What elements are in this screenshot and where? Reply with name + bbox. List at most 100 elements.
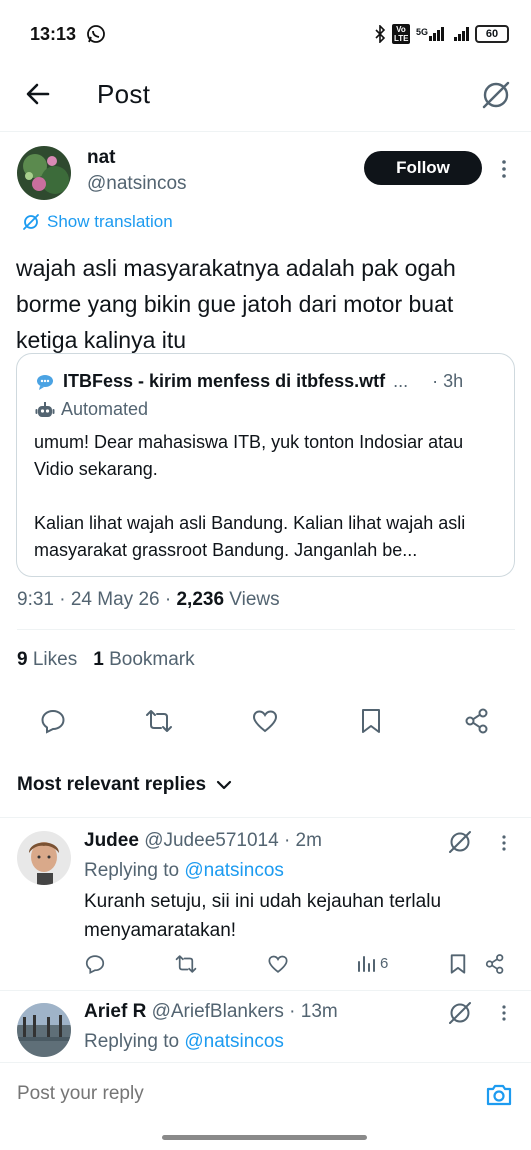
repost-icon: [146, 710, 172, 732]
reply-author-name[interactable]: Judee: [84, 830, 139, 851]
meta-divider: [17, 629, 515, 630]
replying-to: Replying to @natsincos: [84, 860, 284, 882]
replying-to-handle[interactable]: @natsincos: [184, 1031, 284, 1052]
reply-avatar[interactable]: [17, 1003, 71, 1057]
sort-divider: [0, 817, 531, 818]
header-divider: [0, 131, 531, 132]
bookmarks-count: 1: [93, 649, 104, 670]
status-bar: 13:13 Vo LTE 5G 60: [0, 0, 531, 72]
comment-icon: [85, 955, 105, 975]
like-button[interactable]: [248, 704, 282, 738]
reply-divider: [0, 990, 531, 991]
bookmark-button[interactable]: [354, 704, 388, 738]
battery-icon: 60: [475, 25, 509, 43]
grok-button[interactable]: [446, 828, 474, 856]
share-icon: [485, 954, 504, 974]
home-indicator[interactable]: [162, 1135, 367, 1140]
author-handle[interactable]: @natsincos: [87, 173, 187, 195]
quoted-post-header: ITBFess - kirim menfess di itbfess.wtf .…: [35, 371, 463, 392]
back-button[interactable]: [22, 78, 54, 110]
network-type: 5G: [415, 27, 428, 37]
reply-bookmark-button[interactable]: [448, 953, 468, 975]
reply-repost-button[interactable]: [174, 953, 198, 975]
share-icon: [465, 708, 488, 734]
quoted-post[interactable]: ITBFess - kirim menfess di itbfess.wtf .…: [16, 353, 515, 577]
reply-time: · 13m: [289, 1001, 338, 1022]
reply-share-button[interactable]: [484, 953, 506, 975]
replying-to: Replying to @natsincos: [84, 1031, 284, 1053]
reply-header: Arief R @AriefBlankers · 13m: [84, 1001, 338, 1023]
quoted-author-name: ITBFess - kirim menfess di itbfess.wtf: [63, 371, 386, 391]
show-translation-label: Show translation: [47, 212, 173, 231]
reply-time: · 2m: [283, 830, 322, 851]
bookmarks-label: Bookmark: [103, 649, 195, 670]
reply-comment-button[interactable]: [84, 953, 106, 975]
reply-author-handle[interactable]: @AriefBlankers: [152, 1001, 284, 1022]
status-time: 13:13: [30, 24, 77, 44]
automated-text: Automated: [61, 399, 149, 419]
bookmark-icon: [362, 709, 380, 733]
reply-button[interactable]: [36, 704, 70, 738]
reply-like-button[interactable]: [267, 953, 289, 975]
likes-label: Likes: [27, 649, 78, 670]
comment-icon: [41, 709, 65, 734]
grok-icon: [449, 1002, 471, 1024]
likes-count: 9: [17, 649, 28, 670]
show-translation-link[interactable]: Show translation: [22, 212, 173, 232]
post-stats: 9 Likes 1 Bookmark: [17, 649, 195, 671]
arrow-left-icon: [26, 83, 50, 105]
robot-icon: [35, 401, 55, 417]
replying-to-handle[interactable]: @natsincos: [184, 860, 284, 881]
reply-views-count: 6: [380, 954, 389, 972]
reply-author-name[interactable]: Arief R: [84, 1001, 146, 1022]
sort-label: Most relevant replies: [17, 774, 207, 795]
whatsapp-icon: [86, 24, 106, 44]
repost-button[interactable]: [142, 704, 176, 738]
heart-icon: [268, 955, 288, 973]
post-meta: 9:31 · 24 May 26 · 2,236 Views: [17, 589, 280, 611]
reply-avatar[interactable]: [17, 831, 71, 885]
grok-icon: [449, 831, 471, 853]
signal-5g-icon: 5G: [416, 27, 444, 41]
reply-more-icon[interactable]: [498, 833, 510, 853]
author-avatar[interactable]: [17, 146, 71, 200]
reply-input[interactable]: [17, 1083, 417, 1105]
camera-button[interactable]: [484, 1080, 514, 1110]
views-label: Views: [224, 589, 280, 610]
quoted-time: · 3h: [432, 371, 464, 391]
reply-header: Judee @Judee571014 · 2m: [84, 830, 322, 852]
grok-button[interactable]: [479, 78, 513, 112]
more-options-icon[interactable]: [496, 157, 512, 181]
reply-author-handle[interactable]: @Judee571014: [144, 830, 278, 851]
automated-label: Automated: [35, 399, 148, 420]
reply-views-button[interactable]: 6: [356, 953, 388, 973]
signal-icon: [454, 27, 469, 41]
page-title: Post: [97, 79, 151, 109]
grok-icon: [23, 214, 39, 230]
replies-sort-dropdown[interactable]: Most relevant replies: [17, 774, 232, 796]
author-name[interactable]: nat: [87, 147, 116, 169]
quoted-ellipsis: ...: [393, 371, 409, 391]
follow-button[interactable]: Follow: [364, 151, 482, 185]
post-text: wajah asli masyarakatnya adalah pak ogah…: [16, 255, 456, 353]
likes-stat[interactable]: 9 Likes: [17, 649, 77, 671]
replying-prefix: Replying to: [84, 1031, 185, 1052]
camera-icon: [486, 1084, 512, 1106]
reply-more-icon[interactable]: [498, 1003, 510, 1023]
chevron-down-icon: [216, 780, 232, 790]
repost-icon: [175, 955, 197, 973]
replying-prefix: Replying to: [84, 860, 185, 881]
quoted-avatar: [35, 372, 55, 392]
bookmark-icon: [450, 954, 466, 974]
post-timestamp: 9:31 · 24 May 26 ·: [17, 589, 177, 610]
bookmarks-stat[interactable]: 1 Bookmark: [93, 649, 194, 671]
share-button[interactable]: [460, 704, 494, 738]
grok-icon: [482, 81, 510, 109]
volte-icon: Vo LTE: [391, 24, 410, 44]
quoted-text: umum! Dear mahasiswa ITB, yuk tonton Ind…: [34, 432, 466, 560]
grok-button[interactable]: [446, 999, 474, 1027]
reply-text: Kuranh setuju, sii ini udah kejauhan ter…: [84, 891, 442, 941]
heart-icon: [252, 710, 278, 733]
analytics-icon: [358, 956, 375, 972]
status-icons: Vo LTE 5G 60: [374, 24, 509, 44]
